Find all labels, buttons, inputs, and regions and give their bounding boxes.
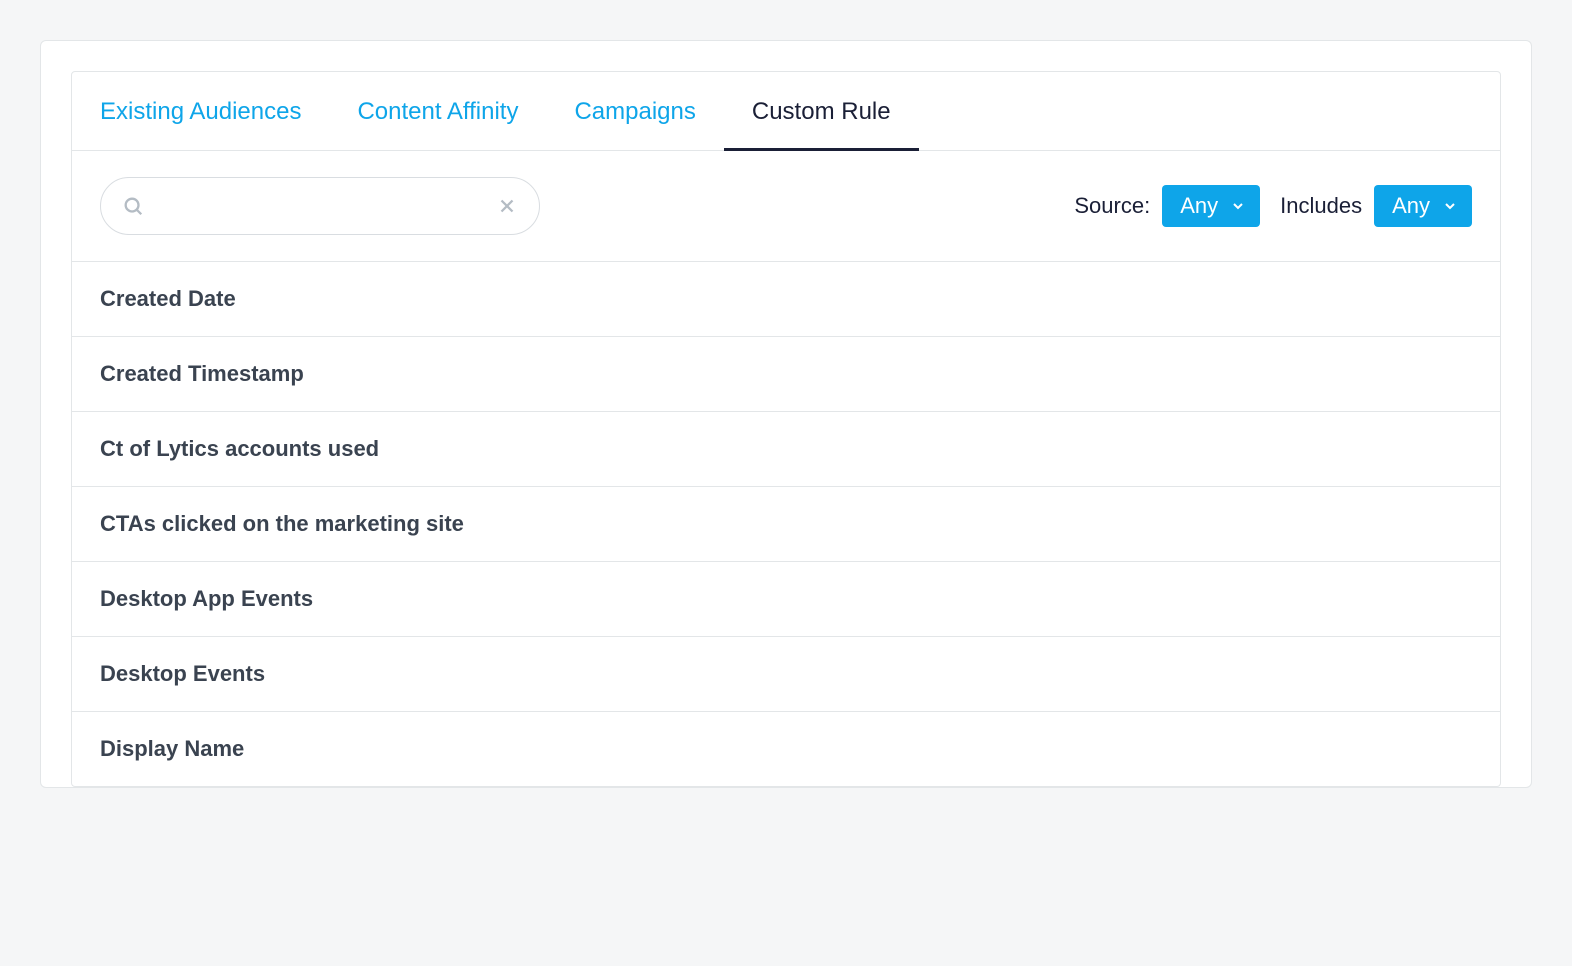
list-item-label: Display Name <box>100 736 244 761</box>
chevron-down-icon <box>1442 198 1458 214</box>
rule-builder-card: Existing Audiences Content Affinity Camp… <box>71 71 1501 787</box>
tab-label: Campaigns <box>574 98 695 125</box>
tab-campaigns[interactable]: Campaigns <box>546 72 723 151</box>
tab-content-affinity[interactable]: Content Affinity <box>329 72 546 151</box>
fields-list: Created Date Created Timestamp Ct of Lyt… <box>72 262 1500 786</box>
tabs: Existing Audiences Content Affinity Camp… <box>72 72 1500 151</box>
list-item-label: Created Date <box>100 286 236 311</box>
tab-custom-rule[interactable]: Custom Rule <box>724 72 919 151</box>
includes-label: Includes <box>1280 193 1362 219</box>
tab-label: Custom Rule <box>752 98 891 125</box>
list-item[interactable]: Created Timestamp <box>72 337 1500 412</box>
rule-builder-panel: Existing Audiences Content Affinity Camp… <box>40 40 1532 788</box>
filters-row: Source: Any Includes Any <box>72 151 1500 262</box>
includes-value: Any <box>1392 193 1430 219</box>
list-item[interactable]: Desktop Events <box>72 637 1500 712</box>
tab-label: Content Affinity <box>357 98 518 125</box>
includes-filter: Includes Any <box>1280 185 1472 227</box>
includes-dropdown[interactable]: Any <box>1374 185 1472 227</box>
list-item[interactable]: Desktop App Events <box>72 562 1500 637</box>
source-label: Source: <box>1074 193 1150 219</box>
tab-label: Existing Audiences <box>100 98 301 125</box>
list-item-label: Created Timestamp <box>100 361 304 386</box>
source-value: Any <box>1180 193 1218 219</box>
list-item-label: Ct of Lytics accounts used <box>100 436 379 461</box>
search-input[interactable] <box>100 177 540 235</box>
close-icon[interactable] <box>496 195 518 217</box>
list-item[interactable]: Ct of Lytics accounts used <box>72 412 1500 487</box>
list-item-label: Desktop Events <box>100 661 265 686</box>
tab-existing-audiences[interactable]: Existing Audiences <box>96 72 329 151</box>
chevron-down-icon <box>1230 198 1246 214</box>
list-item-label: Desktop App Events <box>100 586 313 611</box>
list-item-label: CTAs clicked on the marketing site <box>100 511 464 536</box>
search-wrap <box>100 177 540 235</box>
list-item[interactable]: Created Date <box>72 262 1500 337</box>
list-item[interactable]: CTAs clicked on the marketing site <box>72 487 1500 562</box>
source-dropdown[interactable]: Any <box>1162 185 1260 227</box>
list-item[interactable]: Display Name <box>72 712 1500 786</box>
source-filter: Source: Any <box>1074 185 1260 227</box>
